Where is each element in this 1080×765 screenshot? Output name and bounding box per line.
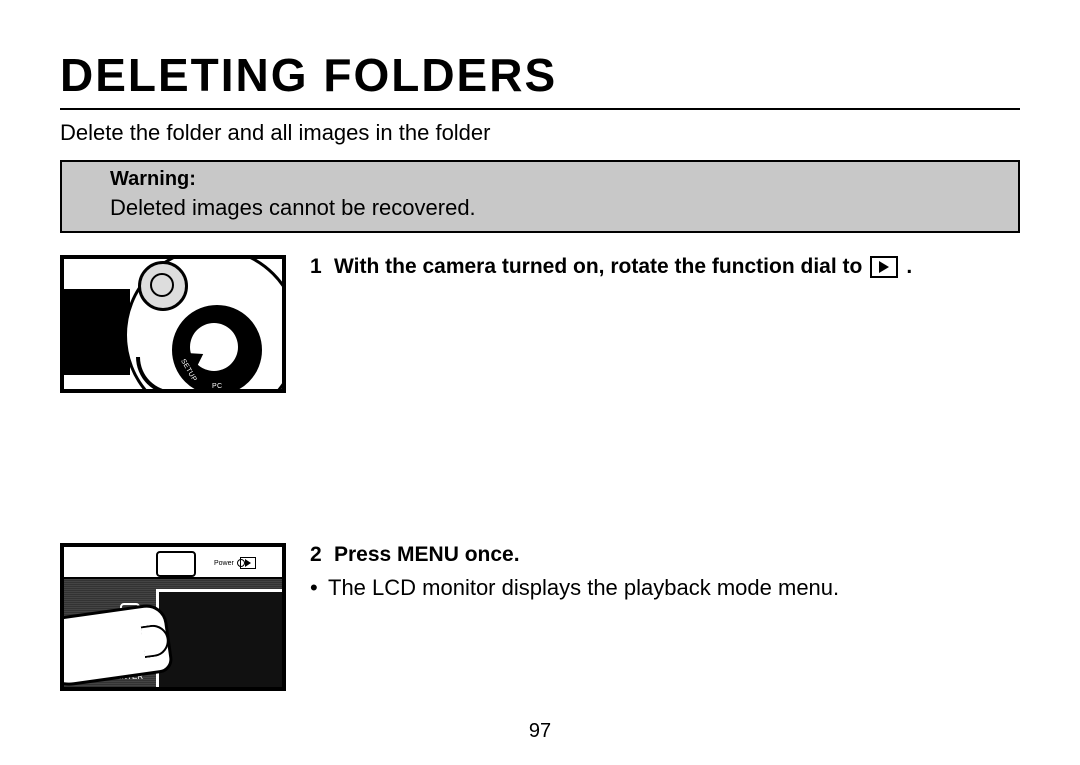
page-number: 97 xyxy=(0,720,1080,743)
warning-body: Deleted images cannot be recovered. xyxy=(62,193,1018,231)
shutter-button-icon xyxy=(138,261,188,311)
playback-icon xyxy=(870,256,898,278)
lcd-screen xyxy=(156,589,286,691)
step-2-number: 2 xyxy=(310,543,328,567)
dial-label-pc: PC xyxy=(212,383,222,390)
playback-mark-icon xyxy=(240,557,256,569)
warning-box: Warning: Deleted images cannot be recove… xyxy=(60,160,1020,233)
camera-top-lcd xyxy=(60,289,130,375)
page-subtitle: Delete the folder and all images in the … xyxy=(60,120,1020,146)
page-title: Deleting Folders xyxy=(60,48,1020,102)
step-2-illustration: Power MENU ENTER xyxy=(60,543,286,691)
step-2-text: 2 Press MENU once. The LCD monitor displ… xyxy=(310,543,1020,605)
manual-page: Deleting Folders Delete the folder and a… xyxy=(0,0,1080,765)
step-1-text: 1 With the camera turned on, rotate the … xyxy=(310,255,1020,287)
step-1-illustration: SETUP PC xyxy=(60,255,286,393)
step-1-text-before: With the camera turned on, rotate the fu… xyxy=(334,255,862,279)
step-2: Power MENU ENTER 2 Press MENU once. The … xyxy=(60,543,1020,691)
step-2-text-main: Press MENU once. xyxy=(334,543,520,567)
step-2-bullet-1: The LCD monitor displays the playback mo… xyxy=(310,575,1020,601)
step-1-instruction: 1 With the camera turned on, rotate the … xyxy=(310,255,1020,279)
step-1: SETUP PC 1 With the camera turned on, ro… xyxy=(60,255,1020,393)
power-label: Power xyxy=(214,560,234,567)
step-1-text-after: . xyxy=(906,255,912,279)
step-2-instruction: 2 Press MENU once. xyxy=(310,543,1020,567)
title-rule xyxy=(60,108,1020,110)
warning-heading: Warning: xyxy=(62,162,1018,193)
viewfinder-icon xyxy=(156,551,196,577)
step-2-bullets: The LCD monitor displays the playback mo… xyxy=(310,575,1020,601)
step-1-number: 1 xyxy=(310,255,328,279)
